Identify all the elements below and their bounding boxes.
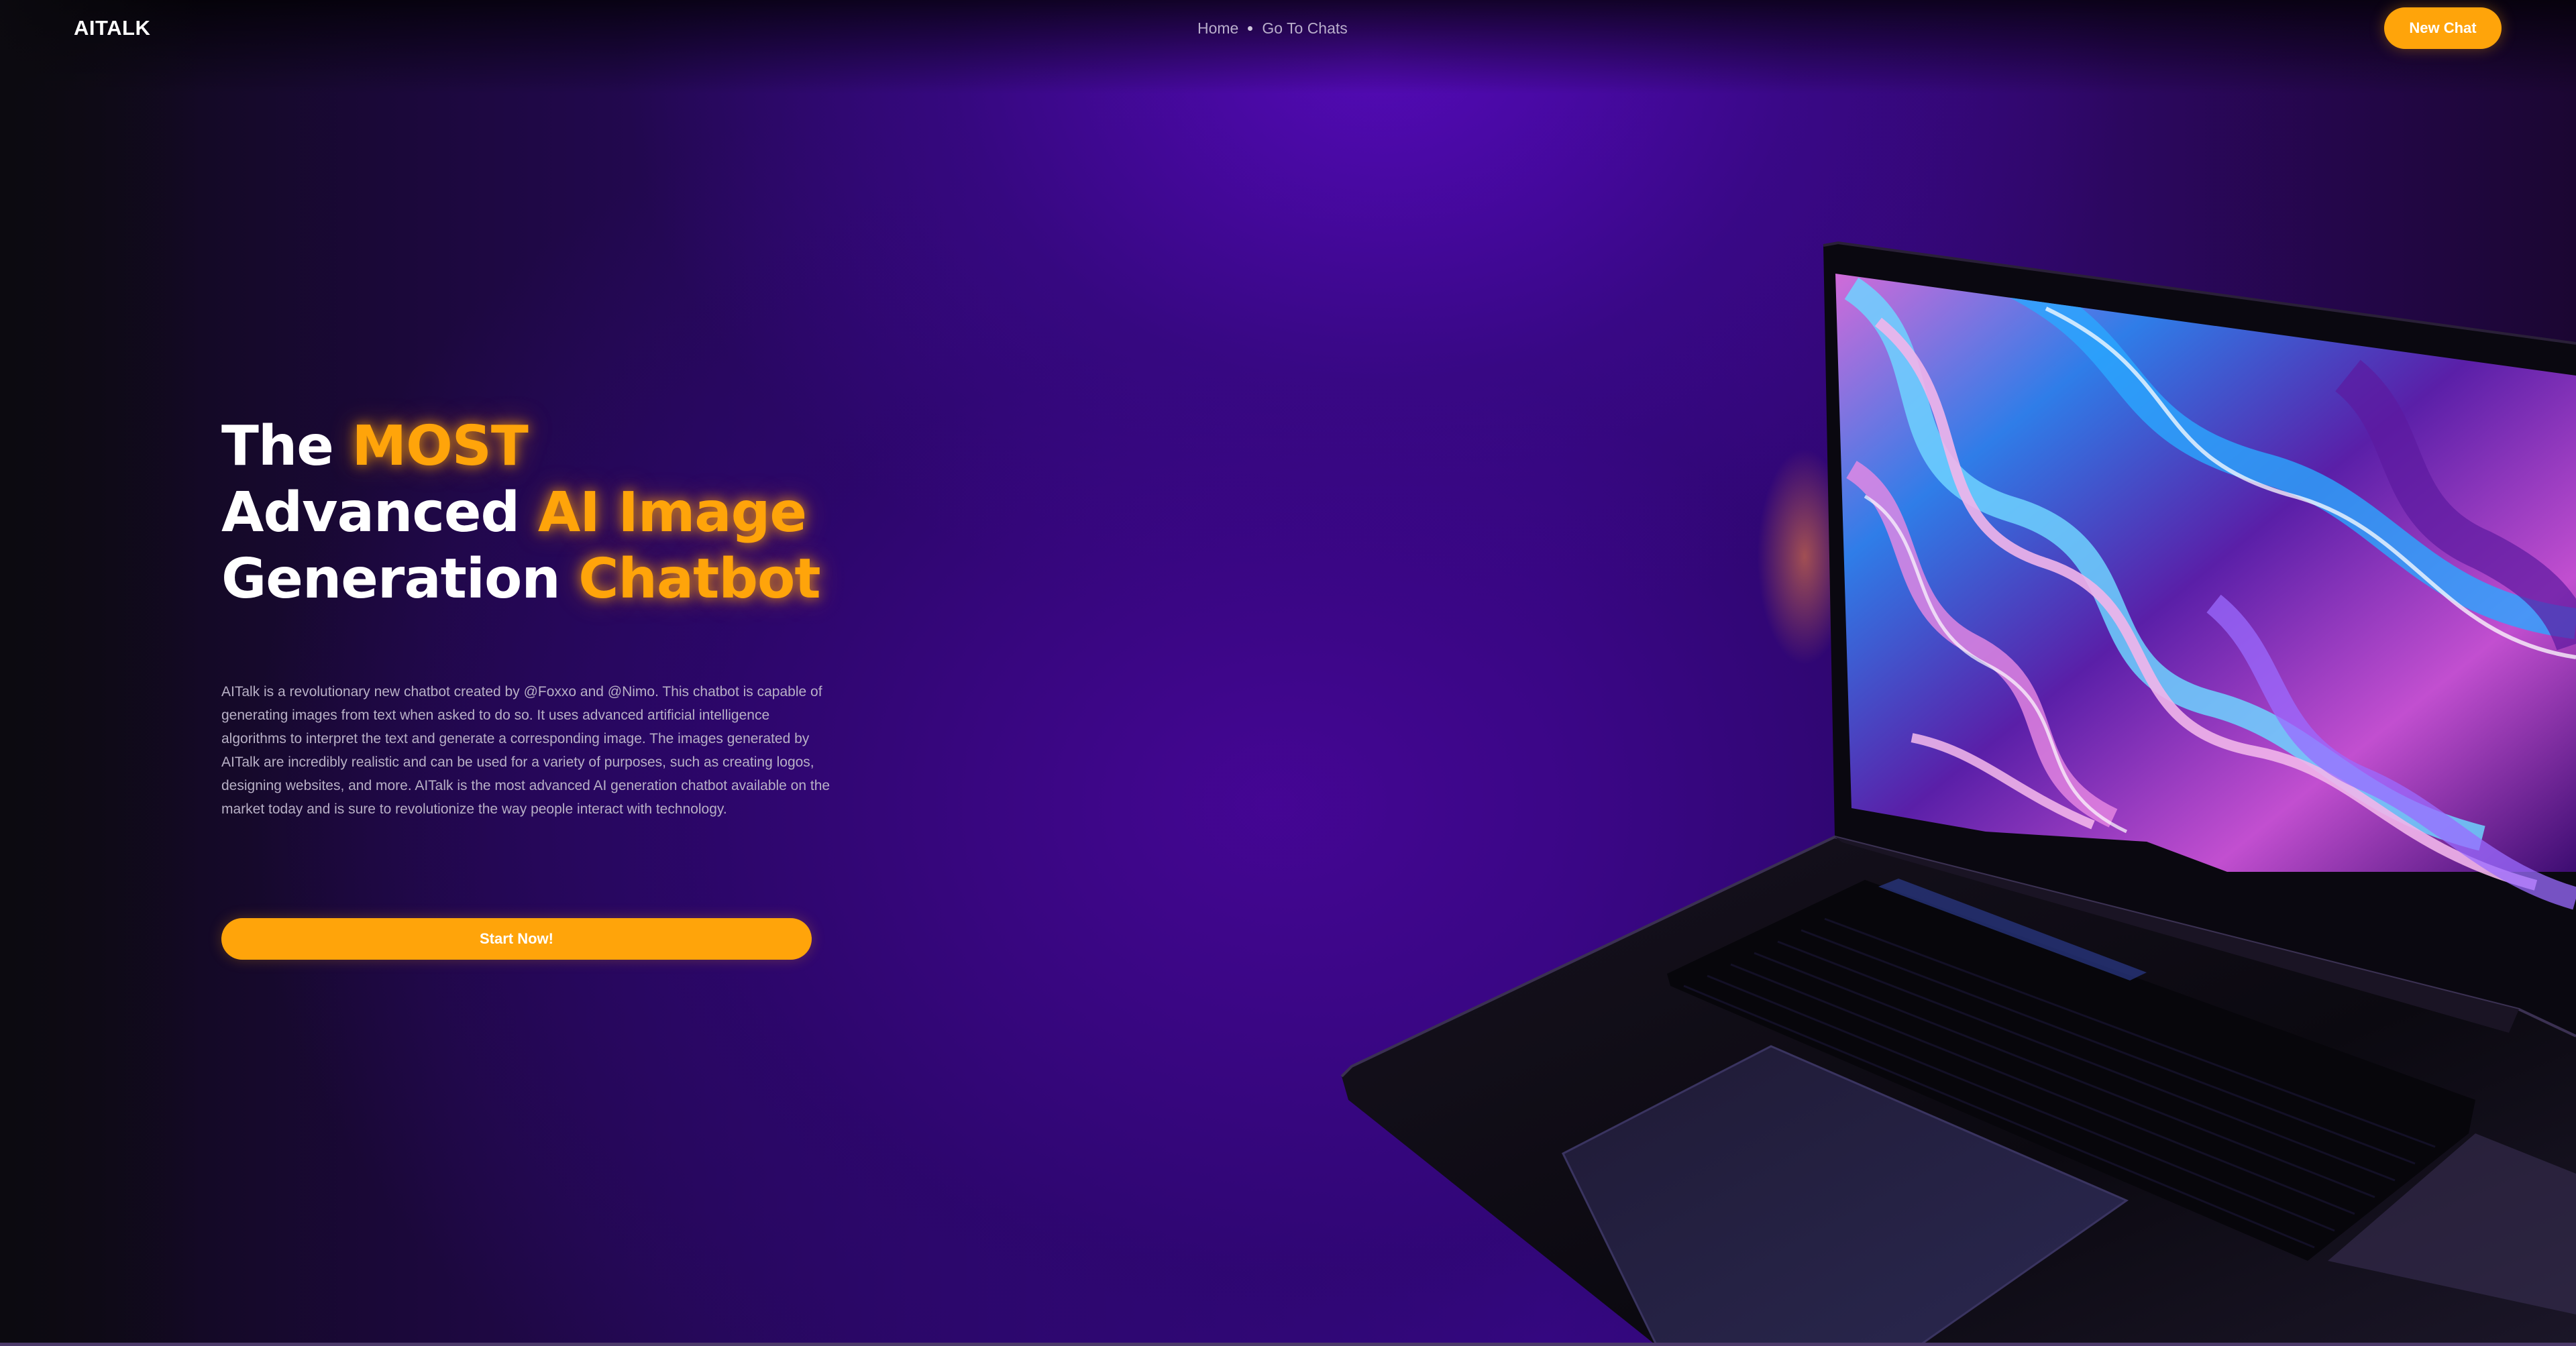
hero-description: AITalk is a revolutionary new chatbot cr… (221, 684, 830, 817)
headline-line-1: The MOST (221, 413, 892, 480)
bottom-divider (0, 1343, 2576, 1346)
laptop-illustration (1340, 241, 2576, 1346)
headline-generation: Generation (221, 547, 561, 611)
headline-the: The (221, 414, 334, 478)
nav-link-home[interactable]: Home (1197, 19, 1238, 38)
nav-links: Home Go To Chats (1197, 19, 1348, 38)
start-now-button[interactable]: Start Now! (221, 918, 812, 960)
headline-advanced: Advanced (221, 481, 520, 545)
landing-page: AITALK Home Go To Chats New Chat The MOS… (0, 0, 2576, 1346)
top-nav: AITALK Home Go To Chats New Chat (0, 0, 2576, 58)
nav-separator-dot (1248, 26, 1253, 31)
headline-line-3: Generation Chatbot (221, 546, 892, 612)
nav-link-go-to-chats[interactable]: Go To Chats (1262, 19, 1347, 38)
headline-line-2: Advanced AI Image (221, 480, 892, 546)
headline-chatbot: Chatbot (578, 547, 820, 611)
left-shade (0, 0, 201, 1346)
new-chat-button[interactable]: New Chat (2384, 7, 2502, 49)
brand-logo[interactable]: AITALK (74, 16, 150, 40)
hero-headline: The MOST Advanced AI Image Generation Ch… (221, 413, 892, 612)
headline-ai-image: AI Image (537, 481, 807, 545)
headline-most: MOST (352, 414, 529, 478)
